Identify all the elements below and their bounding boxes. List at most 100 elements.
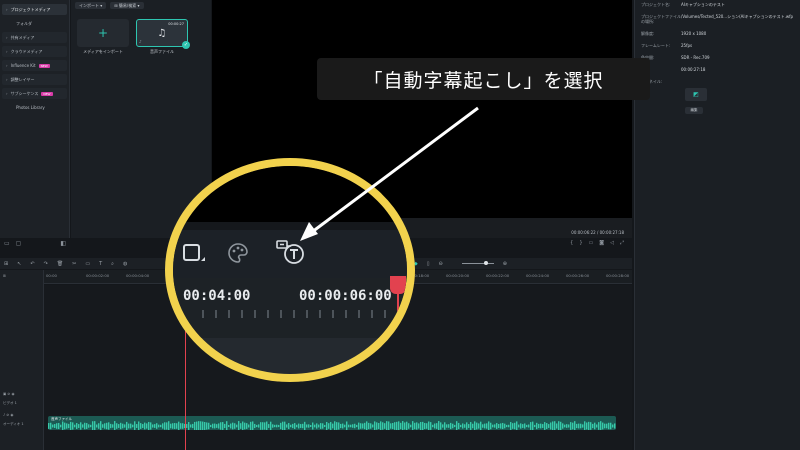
layout-icon[interactable]: ⊞ [4,261,8,267]
ripple-icon[interactable]: ◍ [123,261,127,267]
waveform-bar [484,423,486,429]
crop-square-icon[interactable] [181,242,207,264]
delete-icon[interactable]: 🗑 [57,261,63,267]
waveform-bar [382,422,384,430]
waveform-bar [192,423,194,429]
waveform-bar [466,422,468,430]
monitor-icon[interactable]: ▭ [589,240,594,246]
palette-icon[interactable] [227,242,249,264]
sidebar-item-0[interactable]: › プロジェクトメディア [2,4,67,15]
search-icon[interactable]: ⌕ [111,261,114,267]
waveform-bar [384,423,386,429]
thumbnail-icon[interactable]: ◩ [685,88,707,101]
cut-icon[interactable]: ✂ [72,261,76,267]
waveform-bar [48,423,50,429]
waveform-bar [420,421,422,430]
folder-icon[interactable]: ▢ [16,240,22,247]
sidebar-item-1[interactable]: フォルダ [2,18,67,29]
waveform-bar [122,423,124,429]
new-badge: NEW [38,63,50,68]
import-button[interactable]: インポート ▾ [75,2,107,9]
waveform-bar [414,422,416,430]
waveform-bar [230,423,232,429]
property-row: サムネイル: [641,79,794,84]
sidebar-item-label: サブシーケンス [10,90,39,96]
waveform-bar [80,422,82,430]
waveform-bar [430,422,432,430]
waveform-bar [348,424,350,428]
waveform-bar [446,424,448,428]
zoom-in-icon[interactable]: ⊕ [503,261,507,267]
waveform-bar [264,422,266,430]
waveform-bar [168,421,170,430]
waveform-bar [244,422,246,430]
bracket-out-icon[interactable]: } [579,240,582,246]
waveform-bar [532,421,534,430]
sidebar-item-2[interactable]: › 共有メディア [2,32,67,43]
zoom-out-icon[interactable]: ⊖ [438,261,442,267]
waveform-bar [68,423,70,429]
chevron-right-icon: › [6,63,8,68]
waveform-bar [128,423,130,429]
zoom-handle[interactable] [483,261,488,265]
instruction-callout: 「自動字幕起こし」を選択 [317,58,650,100]
collapse-icon[interactable]: ◧ [60,240,66,247]
sidebar-item-5[interactable]: › 調整レイヤー [2,74,67,85]
waveform-bar [418,423,420,429]
waveform-bar [164,422,166,430]
fullscreen-icon[interactable]: ⤢ [620,240,624,246]
sidebar-item-7[interactable]: Photos Library [2,102,67,113]
bracket-in-icon[interactable]: { [570,240,573,246]
audio-file-tile[interactable]: 00:00:27 ♫ ♪ ✓ 音声ファイル [136,19,190,55]
waveform-bar [548,424,550,428]
waveform-bar [234,423,236,429]
camera-icon[interactable]: ◙ [599,240,604,246]
waveform-bar [552,421,554,430]
ruler-label: 00:00:20:00 [446,273,470,278]
waveform-bar [102,424,104,428]
waveform-bar [322,423,324,429]
edit-button[interactable]: 編集 [685,107,703,114]
add-track-icon[interactable]: ⊞ [3,274,6,278]
waveform-bar [526,424,528,428]
undo-icon[interactable]: ↶ [30,261,34,267]
chevron-right-icon: › [6,49,8,54]
marker-icon[interactable]: ▯ [427,261,430,267]
waveform-bar [228,424,230,428]
waveform-bar [52,424,54,428]
waveform-bar [98,423,100,429]
waveform-bar [160,424,162,428]
waveform-bar [544,422,546,430]
waveform-bar [306,424,308,428]
crop-icon[interactable]: ▭ [85,261,90,267]
filter-button[interactable]: ⊞ 簡易/検索 ▾ [110,2,144,9]
waveform-bar [266,421,268,430]
waveform-bar [282,421,284,430]
waveform-bar [590,422,592,430]
import-media-tile[interactable]: + メディアをインポート [77,19,129,55]
sidebar-item-6[interactable]: › サブシーケンス NEW [2,88,67,99]
volume-icon[interactable]: ◁ [610,240,614,246]
waveform-bar [408,423,410,429]
text-icon[interactable]: T [99,261,102,267]
waveform-bar [64,422,66,430]
waveform-bar [444,422,446,430]
waveform-bar [464,424,466,428]
sidebar-item-4[interactable]: › Influence Kit NEW [2,60,67,71]
audio-clip[interactable]: 音声ファイル [48,416,616,430]
property-value: AIキャプションのテスト [681,2,725,7]
waveform-bar [344,424,346,428]
waveform-bar [204,422,206,430]
waveform-bar [600,421,602,430]
waveform-bar [492,424,494,428]
waveform-bar [280,422,282,430]
new-folder-icon[interactable]: ▭ [4,240,10,247]
waveform-bar [236,424,238,428]
sidebar-item-3[interactable]: › クラウドメディア [2,46,67,57]
auto-caption-icon[interactable] [275,238,307,266]
zoom-slider[interactable] [461,261,494,265]
waveform-bar [598,422,600,430]
select-icon[interactable]: ↖ [17,261,21,267]
redo-icon[interactable]: ↷ [44,261,48,267]
property-row: 解像度: 1920 x 1080 [641,31,794,36]
